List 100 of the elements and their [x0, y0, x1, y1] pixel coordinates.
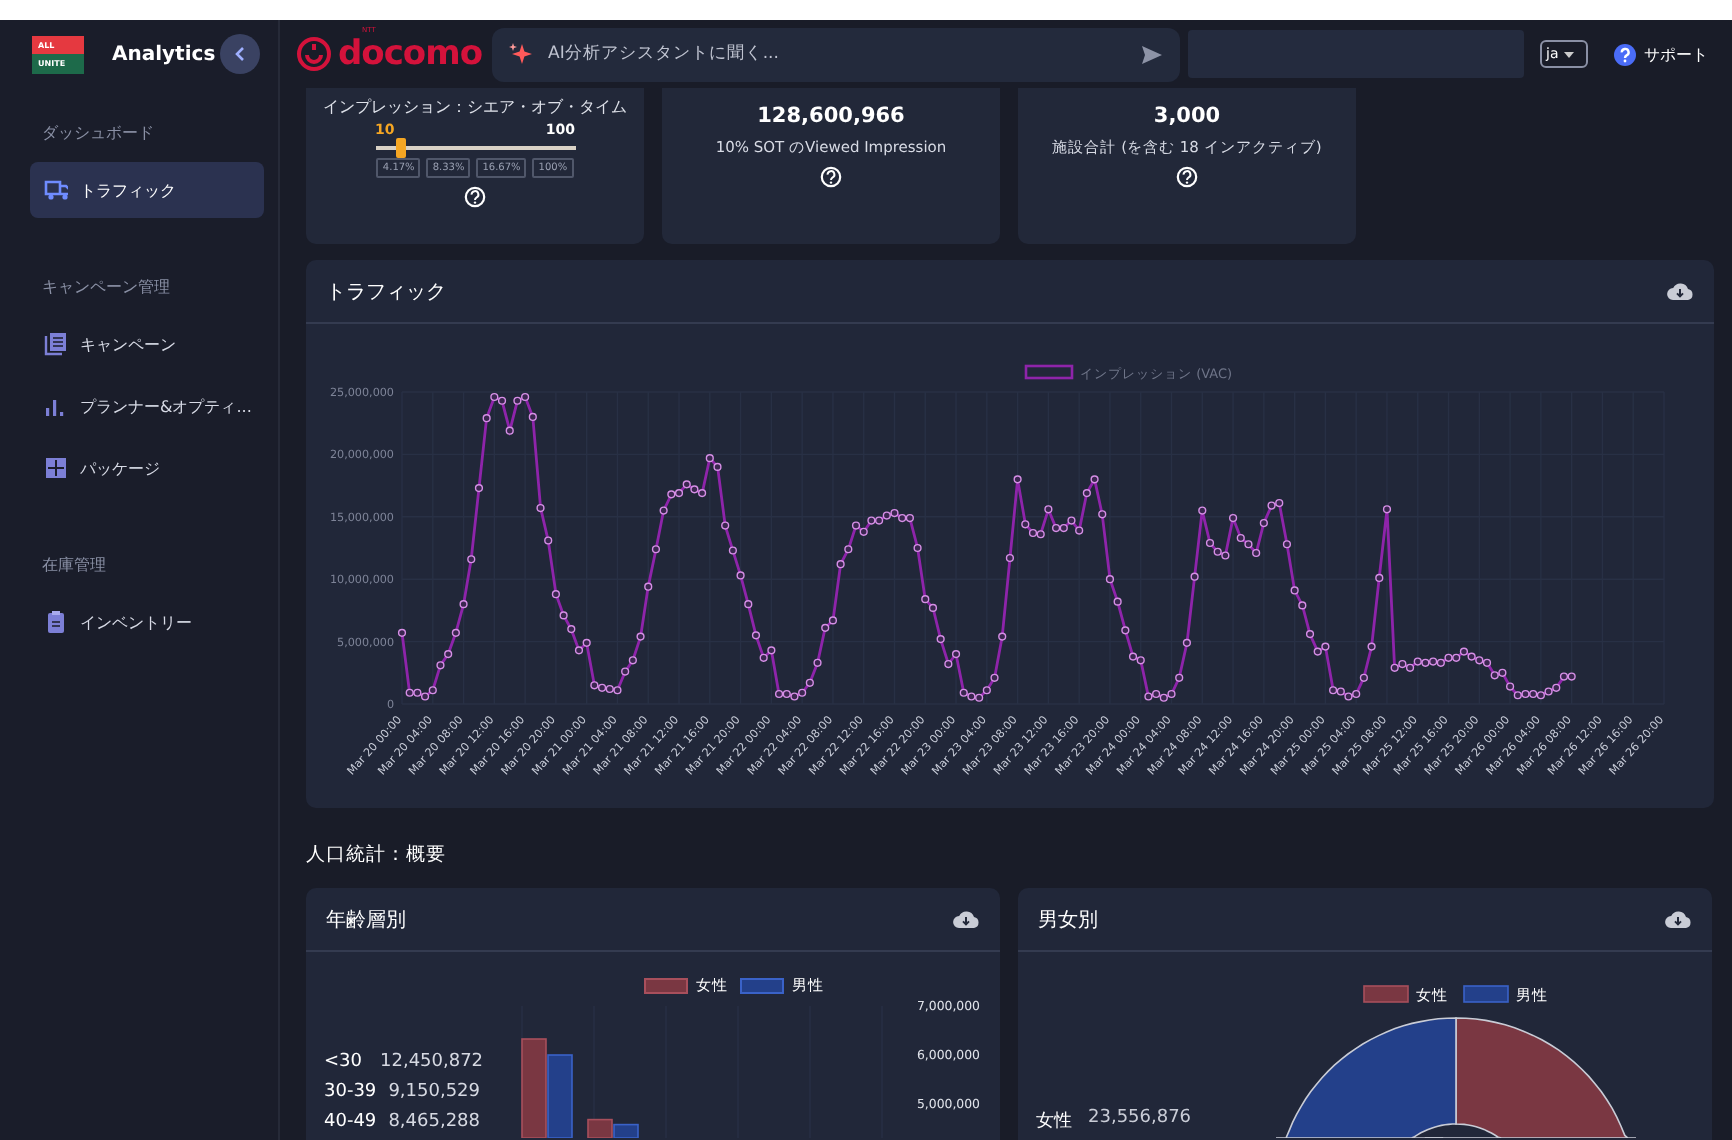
sidebar-item[interactable]: キャンペーン [30, 316, 264, 372]
data-point [728, 546, 737, 555]
legend-swatch [1024, 364, 1074, 380]
data-point [1182, 638, 1191, 647]
download-button[interactable] [952, 908, 980, 930]
data-point [536, 503, 545, 513]
data-point [1105, 575, 1115, 584]
help-icon[interactable] [820, 166, 842, 188]
age-value: 8,465,288 [386, 1112, 480, 1133]
brand-logo-icon [296, 36, 332, 72]
panel-title: 男女別 [1038, 907, 1098, 933]
assistant-field[interactable]: AI分析アシスタントに聞く... [544, 42, 1128, 66]
collapse-button[interactable] [220, 34, 260, 74]
data-point [998, 632, 1007, 641]
data-point [1005, 553, 1014, 563]
data-point [1198, 506, 1207, 515]
card-title: インプレッション：シエア・オブ・タイム [323, 96, 627, 118]
data-point [1359, 673, 1368, 682]
data-point [1282, 540, 1292, 549]
section-heading: 人口統計：概要 [306, 844, 448, 868]
data-point [1013, 475, 1022, 484]
data-point [1305, 630, 1315, 639]
age-value: 9,150,529 [386, 1081, 480, 1102]
caret-icon [1564, 51, 1575, 57]
data-point [936, 635, 945, 644]
data-point [659, 506, 668, 515]
assistant-bar[interactable]: AI分析アシスタントに聞く... [492, 27, 1180, 81]
data-point [651, 545, 661, 554]
data-point [1290, 586, 1299, 595]
cloud-download-icon [1666, 280, 1694, 302]
sidebar-item[interactable]: インベントリー [30, 594, 264, 650]
data-point [567, 625, 576, 634]
age-label: 40-49 [324, 1112, 379, 1133]
panel-title: トラフィック [326, 279, 446, 305]
data-point [559, 611, 568, 620]
sidebar-item[interactable]: プランナー&オプティ... [30, 378, 264, 434]
data-point [744, 600, 753, 609]
grid-icon [44, 456, 68, 480]
data-point [474, 484, 484, 493]
data-point [1382, 505, 1392, 514]
data-point [636, 632, 645, 641]
data-point [505, 426, 514, 435]
cloud-download-icon [952, 908, 980, 930]
help-icon[interactable] [464, 186, 486, 208]
sidebar-item[interactable]: パッケージ [30, 440, 264, 496]
section-heading: キャンペーン管理 [40, 276, 172, 298]
download-button[interactable] [1666, 280, 1694, 302]
data-point [644, 582, 653, 591]
data-point [1082, 489, 1091, 498]
data-point [721, 521, 730, 530]
data-point [836, 560, 845, 569]
data-point [551, 590, 560, 599]
data-point [451, 628, 460, 637]
age-value: 12,450,872 [380, 1051, 480, 1072]
data-point [1090, 475, 1099, 484]
data-point [751, 631, 761, 640]
slider-thumb[interactable] [395, 138, 405, 158]
bar-chart-drawing [521, 1038, 639, 1138]
data-point [1121, 626, 1130, 635]
clipboard-icon [44, 610, 68, 634]
age-label: 30-39 [324, 1081, 379, 1102]
sidebar-item[interactable]: トラフィック [30, 162, 264, 218]
document-list-icon [44, 332, 68, 356]
data-point [844, 545, 853, 554]
chevron-left-icon [234, 46, 246, 62]
support-link[interactable]: サポート [1644, 43, 1708, 65]
stat-value: 128,600,966 [757, 104, 905, 128]
help-icon[interactable] [1176, 166, 1198, 188]
section-heading: 在庫管理 [40, 554, 108, 576]
data-point [1190, 572, 1199, 581]
data-point [544, 536, 553, 545]
send-icon[interactable] [1140, 43, 1164, 65]
data-point [1098, 510, 1107, 519]
data-point [1113, 597, 1122, 606]
download-button[interactable] [1664, 908, 1692, 930]
data-point [397, 628, 407, 637]
data-point [459, 600, 468, 609]
data-point [1367, 642, 1376, 651]
data-point [1175, 673, 1184, 682]
callout-value: 23,556,876 [1088, 1108, 1192, 1132]
data-point [1259, 518, 1268, 528]
age-label: <30 [324, 1051, 364, 1072]
help-icon[interactable] [1614, 43, 1636, 65]
section-heading: ダッシュボード [40, 122, 156, 144]
data-point [1228, 513, 1238, 523]
brand-logo: docomo [338, 40, 482, 68]
app-title: Analytics [112, 43, 216, 65]
stat-value: 3,000 [1153, 104, 1221, 128]
panel-title: 年齢層別 [326, 907, 406, 933]
callout-label: 女性 [1036, 1109, 1072, 1136]
bar-chart-icon [44, 394, 68, 418]
data-point [1375, 573, 1384, 583]
data-point [990, 673, 999, 682]
data-point [1298, 601, 1307, 610]
data-point [482, 414, 491, 423]
data-point [913, 543, 922, 553]
data-point [528, 412, 537, 422]
truck-icon [44, 178, 68, 202]
sparkle-icon [508, 42, 532, 66]
data-point [813, 658, 822, 667]
